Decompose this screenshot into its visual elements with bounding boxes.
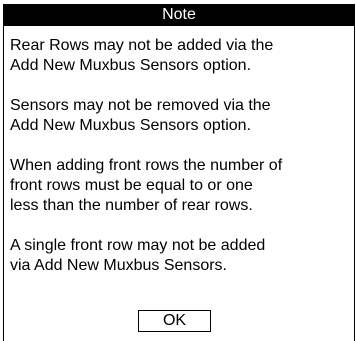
note-paragraph-sensors: Sensors may not be removed via the Add N… — [10, 97, 271, 134]
dialog-title: Note — [3, 4, 355, 26]
note-paragraph-rear-rows: Rear Rows may not be added via the Add N… — [10, 37, 274, 74]
note-paragraph-single-front-row: A single front row may not be added via … — [10, 237, 266, 274]
dialog-body: Rear Rows may not be added via the Add N… — [10, 36, 348, 296]
note-paragraph-front-rows: When adding front rows the number of fro… — [10, 157, 283, 214]
ok-button[interactable]: OK — [138, 310, 211, 332]
note-dialog: Note Rear Rows may not be added via the … — [0, 0, 356, 341]
